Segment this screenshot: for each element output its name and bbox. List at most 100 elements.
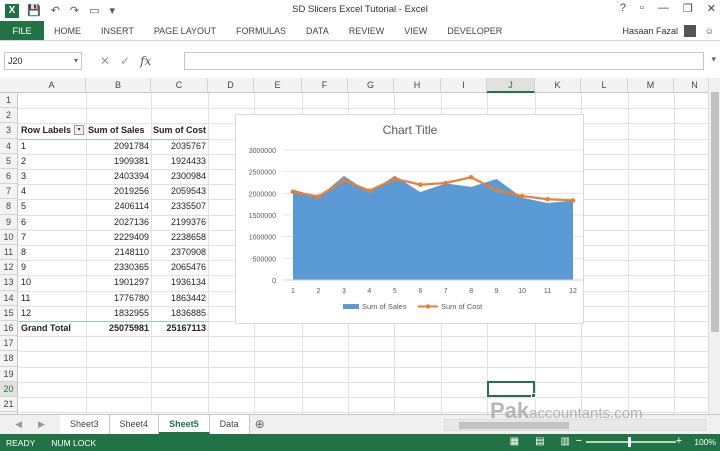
column-header-m[interactable]: M	[628, 78, 674, 93]
row-header-2[interactable]: 2	[0, 108, 18, 124]
pivot-cell[interactable]: 1924433	[151, 154, 208, 169]
row-header-4[interactable]: 4	[0, 138, 18, 154]
cost-line-point[interactable]	[290, 189, 296, 195]
insert-function-icon[interactable]: fx	[140, 54, 151, 68]
column-header-f[interactable]: F	[302, 78, 348, 93]
row-header-5[interactable]: 5	[0, 153, 18, 169]
cost-line-point[interactable]	[341, 177, 347, 183]
vertical-scrollbar[interactable]	[708, 78, 720, 414]
pivot-cell[interactable]: 11	[19, 291, 86, 306]
pivot-cell[interactable]: 2091784	[86, 139, 151, 154]
cost-line-point[interactable]	[519, 193, 525, 199]
row-header-18[interactable]: 18	[0, 351, 18, 367]
pivot-header-cell[interactable]: Row Labels	[19, 123, 72, 138]
qat-dropdown-icon[interactable]: ▾	[110, 4, 116, 17]
cost-line-point[interactable]	[443, 180, 449, 186]
pivot-cell[interactable]: 2406114	[86, 199, 151, 214]
page-layout-view-icon[interactable]: ▤	[535, 436, 544, 447]
row-header-14[interactable]: 14	[0, 290, 18, 306]
pivot-header-cell[interactable]: Sum of Cost	[151, 123, 208, 138]
sales-area-series[interactable]	[293, 175, 573, 280]
tab-sheet3[interactable]: Sheet3	[60, 415, 110, 434]
enter-icon[interactable]: ✓	[120, 54, 130, 68]
row-header-11[interactable]: 11	[0, 245, 18, 261]
tab-data-sheet[interactable]: Data	[209, 415, 250, 434]
row-header-6[interactable]: 6	[0, 169, 18, 185]
pivot-cell[interactable]: 8	[19, 245, 86, 260]
undo-icon[interactable]: ↶	[51, 4, 60, 17]
customize-qat-icon[interactable]: ▭	[89, 4, 99, 17]
pivot-total-cell[interactable]: 25075981	[86, 321, 151, 336]
pivot-cell[interactable]: 2335507	[151, 199, 208, 214]
user-account[interactable]: Hasaan Fazal	[622, 21, 696, 41]
pivot-total-cell[interactable]: 25167113	[151, 321, 208, 336]
column-header-k[interactable]: K	[535, 78, 581, 93]
tab-view[interactable]: VIEW	[394, 21, 437, 40]
tab-file[interactable]: FILE	[0, 21, 44, 40]
pivot-cell[interactable]: 1936134	[151, 275, 208, 290]
tab-page-layout[interactable]: PAGE LAYOUT	[144, 21, 226, 40]
pivot-total-cell[interactable]: Grand Total	[19, 321, 86, 336]
vertical-scrollbar-thumb[interactable]	[711, 92, 719, 332]
zoom-level[interactable]: 100%	[694, 437, 716, 447]
row-header-21[interactable]: 21	[0, 397, 18, 413]
column-header-e[interactable]: E	[254, 78, 302, 93]
pivot-cell[interactable]: 2035767	[151, 139, 208, 154]
pivot-cell[interactable]: 2148110	[86, 245, 151, 260]
pivot-cell[interactable]: 1863442	[151, 291, 208, 306]
tab-sheet4[interactable]: Sheet4	[109, 415, 160, 434]
new-sheet-icon[interactable]: ⊕	[250, 415, 270, 434]
pivot-cell[interactable]: 4	[19, 184, 86, 199]
row-header-12[interactable]: 12	[0, 260, 18, 276]
zoom-out-icon[interactable]: −	[576, 435, 582, 447]
pivot-cell[interactable]: 1	[19, 139, 86, 154]
pivot-cell[interactable]: 2238658	[151, 230, 208, 245]
pivot-cell[interactable]: 1776780	[86, 291, 151, 306]
formula-input[interactable]	[184, 52, 704, 70]
pivot-cell[interactable]: 10	[19, 275, 86, 290]
tab-home[interactable]: HOME	[44, 21, 91, 40]
row-header-1[interactable]: 1	[0, 93, 18, 109]
pivot-cell[interactable]: 9	[19, 260, 86, 275]
column-header-d[interactable]: D	[208, 78, 254, 93]
row-header-10[interactable]: 10	[0, 229, 18, 245]
cancel-icon[interactable]: ✕	[100, 54, 110, 68]
column-header-i[interactable]: I	[441, 78, 487, 93]
pivot-cell[interactable]: 2330365	[86, 260, 151, 275]
cost-line-point[interactable]	[494, 188, 499, 193]
pivot-header-cell[interactable]: Sum of Sales	[86, 123, 151, 138]
pivot-cell[interactable]: 12	[19, 306, 86, 321]
row-header-19[interactable]: 19	[0, 366, 18, 382]
cost-line-point[interactable]	[316, 194, 321, 199]
pivot-cell[interactable]: 2027136	[86, 215, 151, 230]
sheet-prev-icon[interactable]: ◀	[15, 419, 22, 430]
row-header-13[interactable]: 13	[0, 275, 18, 291]
restore-button[interactable]: ❐	[683, 2, 693, 15]
column-header-g[interactable]: G	[348, 78, 394, 93]
tab-developer[interactable]: DEVELOPER	[437, 21, 512, 40]
pivot-cell[interactable]: 3	[19, 169, 86, 184]
cost-line-point[interactable]	[570, 198, 576, 203]
row-header-15[interactable]: 15	[0, 305, 18, 321]
pivot-cell[interactable]: 2229409	[86, 230, 151, 245]
cost-line-point[interactable]	[367, 188, 372, 194]
minimize-button[interactable]: —	[658, 2, 669, 15]
pivot-cell[interactable]: 7	[19, 230, 86, 245]
cost-line-point[interactable]	[417, 182, 423, 187]
close-button[interactable]: ✕	[707, 2, 716, 15]
column-header-b[interactable]: B	[86, 78, 151, 93]
name-box[interactable]: J20 ▾	[4, 52, 82, 70]
pivot-cell[interactable]: 2403394	[86, 169, 151, 184]
pivot-cell[interactable]: 1909381	[86, 154, 151, 169]
row-header-9[interactable]: 9	[0, 214, 18, 230]
ribbon-display-button[interactable]: ▫	[640, 2, 644, 15]
row-header-20[interactable]: 20	[0, 381, 18, 397]
row-header-7[interactable]: 7	[0, 184, 18, 200]
tab-data[interactable]: DATA	[296, 21, 339, 40]
zoom-in-icon[interactable]: +	[676, 435, 682, 447]
tab-review[interactable]: REVIEW	[339, 21, 395, 40]
column-header-j[interactable]: J	[487, 78, 535, 93]
page-break-view-icon[interactable]: ▥	[561, 436, 570, 447]
pivot-cell[interactable]: 1836885	[151, 306, 208, 321]
pivot-cell[interactable]: 2370908	[151, 245, 208, 260]
